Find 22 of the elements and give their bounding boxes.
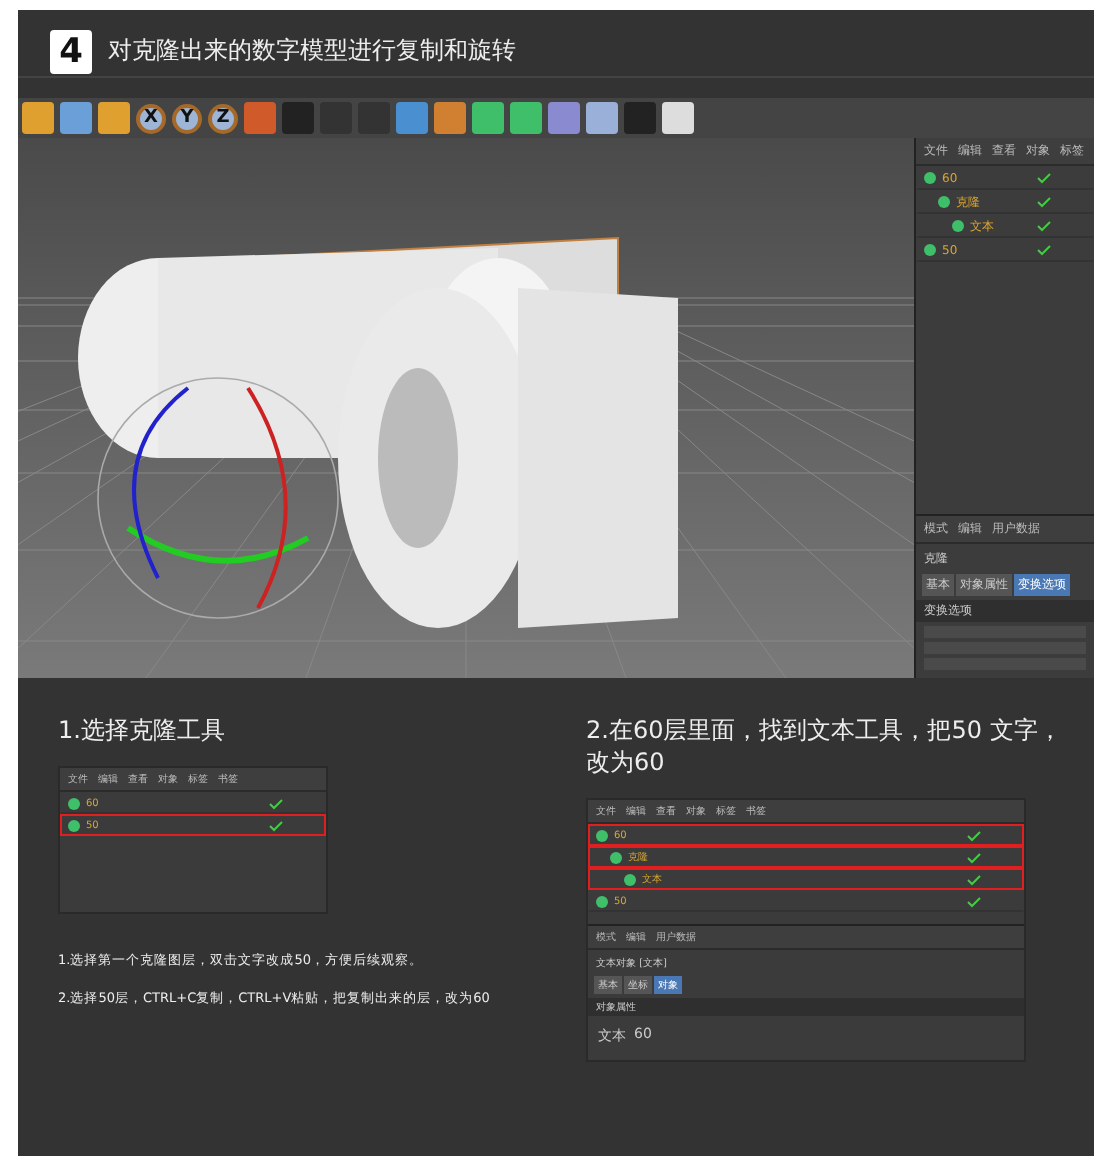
step-number: 4 xyxy=(50,29,92,73)
axis-button[interactable]: Y xyxy=(172,103,202,133)
step-heading: 1.选择克隆工具 xyxy=(58,714,227,746)
tool-icon[interactable] xyxy=(434,102,466,134)
step-title: 对克隆出来的数字模型进行复制和旋转 xyxy=(108,34,516,68)
tool-icon[interactable] xyxy=(586,102,618,134)
step-heading: 2.在60层里面，找到文本工具，把50 文字，改为60 xyxy=(586,714,1064,778)
tool-icon[interactable] xyxy=(282,102,314,134)
tool-icon[interactable] xyxy=(548,102,580,134)
tool-icon[interactable] xyxy=(244,102,276,134)
object-icon xyxy=(924,244,936,256)
tool-icon[interactable] xyxy=(22,102,54,134)
tool-icon[interactable] xyxy=(98,102,130,134)
tool-icon[interactable] xyxy=(396,102,428,134)
tool-icon[interactable] xyxy=(662,102,694,134)
tool-icon[interactable] xyxy=(510,102,542,134)
tool-icon[interactable] xyxy=(60,102,92,134)
axis-button[interactable]: X xyxy=(136,103,166,133)
tool-icon[interactable] xyxy=(624,102,656,134)
axis-button[interactable]: Z xyxy=(208,103,238,133)
tool-icon[interactable] xyxy=(472,102,504,134)
object-icon xyxy=(596,895,608,907)
